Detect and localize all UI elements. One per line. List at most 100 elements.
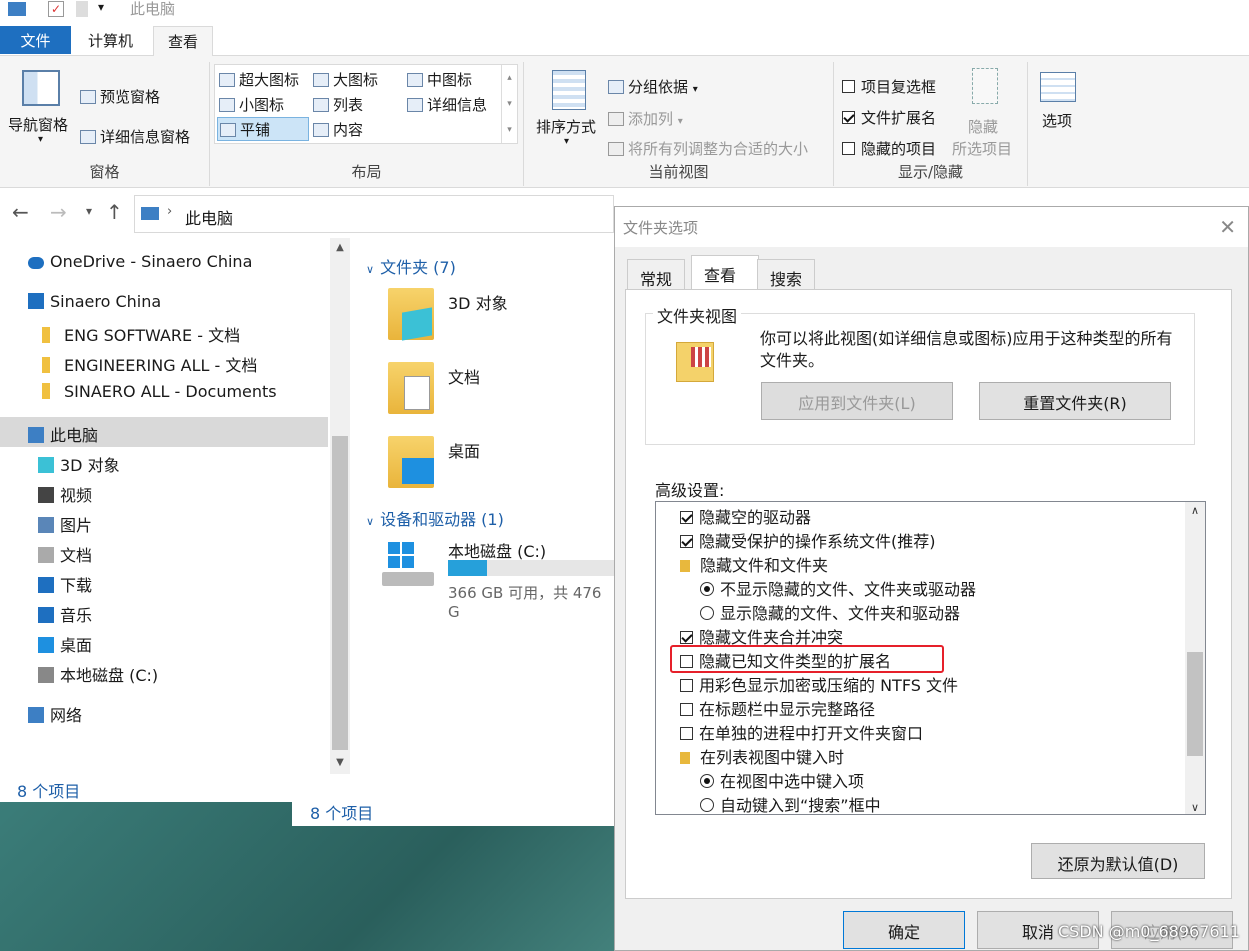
advanced-setting-row[interactable]: 用彩色显示加密或压缩的 NTFS 文件 xyxy=(680,672,958,696)
advanced-setting-row[interactable]: 在标题栏中显示完整路径 xyxy=(680,696,875,720)
setting-radio[interactable] xyxy=(700,606,714,620)
address-bar[interactable]: › 此电脑 xyxy=(134,195,614,233)
setting-checkbox[interactable] xyxy=(680,679,693,692)
layout-small-icons[interactable]: 小图标 xyxy=(219,94,284,115)
up-arrow-icon[interactable]: ↑ xyxy=(106,200,123,224)
sidebar-item[interactable]: 本地磁盘 (C:) xyxy=(0,657,328,687)
restore-defaults-button[interactable]: 还原为默认值(D) xyxy=(1031,843,1205,879)
sidebar-item[interactable]: 视频 xyxy=(0,477,328,507)
sidebar-item[interactable]: 文档 xyxy=(0,537,328,567)
scroll-down-icon[interactable]: ▼ xyxy=(330,757,350,768)
folder-tile[interactable]: 3D 对象 xyxy=(388,282,608,342)
hide-selected-button[interactable]: 隐藏 xyxy=(968,116,998,137)
drives-section-header[interactable]: ∨ 设备和驱动器 (1) xyxy=(366,506,504,530)
layout-large-icons[interactable]: 大图标 xyxy=(313,69,378,90)
chevron-down-icon[interactable]: ▾ xyxy=(38,134,43,145)
forward-arrow-icon[interactable]: → xyxy=(50,200,67,224)
item-checkboxes-toggle[interactable]: 项目复选框 xyxy=(842,76,936,97)
layout-scroll[interactable]: ▴ ▾ ▾ xyxy=(501,65,517,143)
sidebar-item[interactable]: SINAERO ALL - Documents xyxy=(0,377,328,407)
reset-folders-button[interactable]: 重置文件夹(R) xyxy=(979,382,1171,420)
add-columns-button[interactable]: 添加列 ▾ xyxy=(608,108,683,129)
advanced-setting-row[interactable]: 隐藏文件和文件夹 xyxy=(680,552,828,576)
advanced-setting-row[interactable]: 在列表视图中键入时 xyxy=(680,744,844,768)
expand-gallery-icon[interactable]: ▾ xyxy=(502,117,517,143)
navigation-pane-button[interactable]: 导航窗格 xyxy=(8,114,68,135)
sidebar-item[interactable]: 网络 xyxy=(0,697,328,727)
tab-general[interactable]: 常规 xyxy=(627,259,686,291)
back-arrow-icon[interactable]: ← xyxy=(12,200,29,224)
item-checkboxes-checkbox[interactable] xyxy=(842,80,855,93)
sidebar-item[interactable]: ENG SOFTWARE - 文档 xyxy=(0,317,328,347)
tab-view[interactable]: 查看 xyxy=(691,255,759,291)
folder-tile[interactable]: 桌面 xyxy=(388,430,608,490)
sidebar-item[interactable]: 桌面 xyxy=(0,627,328,657)
tab-search[interactable]: 搜索 xyxy=(757,259,816,291)
sidebar-item[interactable]: ENGINEERING ALL - 文档 xyxy=(0,347,328,377)
sort-by-button[interactable]: 排序方式 xyxy=(536,116,596,137)
sidebar-item[interactable]: 3D 对象 xyxy=(0,447,328,477)
layout-details[interactable]: 详细信息 xyxy=(407,94,487,115)
apply-to-folders-button[interactable]: 应用到文件夹(L) xyxy=(761,382,953,420)
sidebar-item[interactable]: 音乐 xyxy=(0,597,328,627)
setting-checkbox[interactable] xyxy=(680,631,693,644)
setting-radio[interactable] xyxy=(700,582,714,596)
scroll-down-icon[interactable]: ▾ xyxy=(502,91,517,117)
recent-locations-icon[interactable]: ▾ xyxy=(86,204,92,218)
scroll-up-icon[interactable]: ∧ xyxy=(1185,504,1205,517)
setting-checkbox[interactable] xyxy=(680,703,693,716)
layout-content[interactable]: 内容 xyxy=(313,119,363,140)
setting-checkbox[interactable] xyxy=(680,535,693,548)
new-folder-icon[interactable] xyxy=(76,1,88,17)
scroll-down-icon[interactable]: ∨ xyxy=(1185,801,1205,814)
options-button[interactable]: 选项 xyxy=(1042,110,1072,131)
layout-medium-icons[interactable]: 中图标 xyxy=(407,69,472,90)
quick-access-dropdown-icon[interactable]: ▾ xyxy=(98,0,104,14)
sidebar-item[interactable]: Sinaero China xyxy=(0,287,328,317)
folders-section-header[interactable]: ∨ 文件夹 (7) xyxy=(366,254,456,278)
layout-list[interactable]: 列表 xyxy=(313,94,363,115)
advanced-setting-row[interactable]: 隐藏空的驱动器 xyxy=(680,504,811,528)
advanced-setting-row[interactable]: 在单独的进程中打开文件夹窗口 xyxy=(680,720,923,744)
layout-tiles[interactable]: 平铺 xyxy=(217,117,309,141)
advanced-setting-row[interactable]: 在视图中选中键入项 xyxy=(700,768,864,792)
chevron-right-icon[interactable]: › xyxy=(167,204,172,219)
file-extensions-toggle[interactable]: 文件扩展名 xyxy=(842,107,936,128)
hidden-items-toggle[interactable]: 隐藏的项目 xyxy=(842,138,936,159)
size-columns-button[interactable]: 将所有列调整为合适的大小 xyxy=(608,138,808,159)
ok-button[interactable]: 确定 xyxy=(843,911,965,949)
sidebar-item[interactable]: 此电脑 xyxy=(0,417,328,447)
tab-file[interactable]: 文件 xyxy=(0,26,71,54)
properties-icon[interactable]: ✓ xyxy=(48,1,64,17)
advanced-setting-row[interactable]: 显示隐藏的文件、文件夹和驱动器 xyxy=(700,600,960,624)
advanced-scroll-thumb[interactable] xyxy=(1187,652,1203,756)
tab-computer[interactable]: 计算机 xyxy=(74,26,147,56)
close-icon[interactable]: ✕ xyxy=(1219,215,1236,239)
advanced-setting-row[interactable]: 不显示隐藏的文件、文件夹或驱动器 xyxy=(700,576,976,600)
scroll-up-icon[interactable]: ▲ xyxy=(330,242,350,253)
navigation-scroll-thumb[interactable] xyxy=(332,436,348,750)
details-pane-button[interactable]: 详细信息窗格 xyxy=(80,126,190,147)
advanced-setting-row[interactable]: 自动键入到“搜索”框中 xyxy=(700,792,881,814)
sidebar-item[interactable]: 下载 xyxy=(0,567,328,597)
sidebar-item[interactable]: OneDrive - Sinaero China xyxy=(0,247,328,277)
hidden-items-checkbox[interactable] xyxy=(842,142,855,155)
file-extensions-checkbox[interactable] xyxy=(842,111,855,124)
setting-checkbox[interactable] xyxy=(680,511,693,524)
group-by-button[interactable]: 分组依据 ▾ xyxy=(608,76,698,97)
scroll-up-icon[interactable]: ▴ xyxy=(502,65,517,91)
advanced-setting-row[interactable]: 隐藏受保护的操作系统文件(推荐) xyxy=(680,528,936,552)
layout-extra-large-icons[interactable]: 超大图标 xyxy=(219,69,299,90)
folder-tile[interactable]: 文档 xyxy=(388,356,608,416)
setting-checkbox[interactable] xyxy=(680,727,693,740)
tab-view[interactable]: 查看 xyxy=(153,26,214,57)
ribbon: 导航窗格 ▾ 预览窗格 详细信息窗格 窗格 布局 排序方式 ▾ 分组依据 ▾ 添… xyxy=(0,56,1249,188)
drive-tile[interactable]: 本地磁盘 (C:) 366 GB 可用，共 476 G xyxy=(382,536,618,621)
sidebar-item[interactable]: 图片 xyxy=(0,507,328,537)
preview-pane-button[interactable]: 预览窗格 xyxy=(80,86,160,107)
tiles-icon xyxy=(220,123,236,137)
setting-radio[interactable] xyxy=(700,774,714,788)
setting-radio[interactable] xyxy=(700,798,714,812)
layout-content-label: 内容 xyxy=(333,121,364,139)
chevron-down-icon[interactable]: ▾ xyxy=(564,136,569,147)
